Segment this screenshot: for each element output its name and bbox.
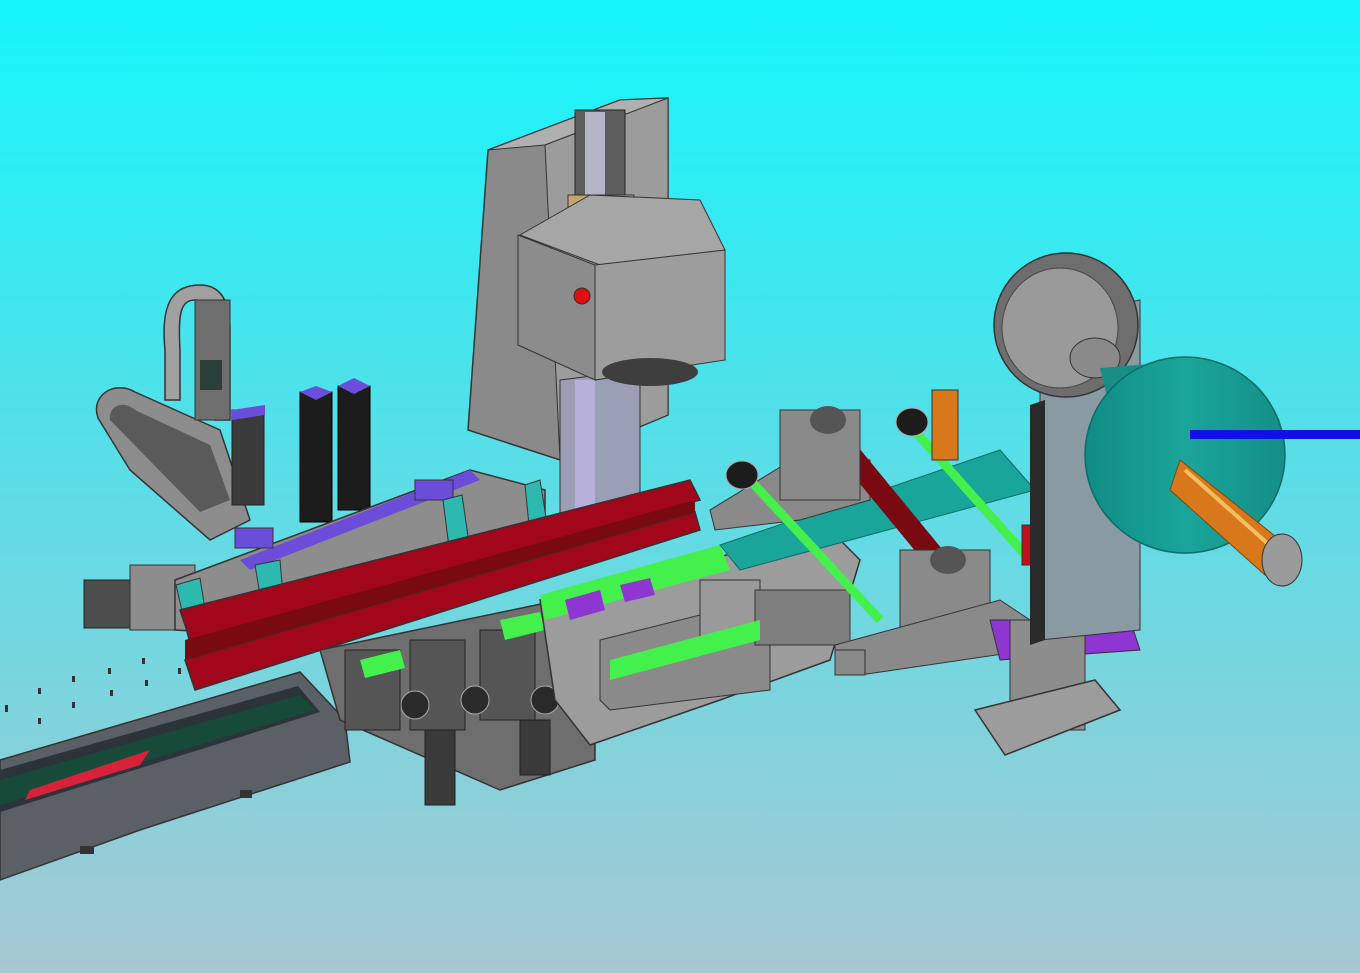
standoff-bracket (834, 649, 866, 676)
cad-machine-scene (0, 0, 1360, 973)
